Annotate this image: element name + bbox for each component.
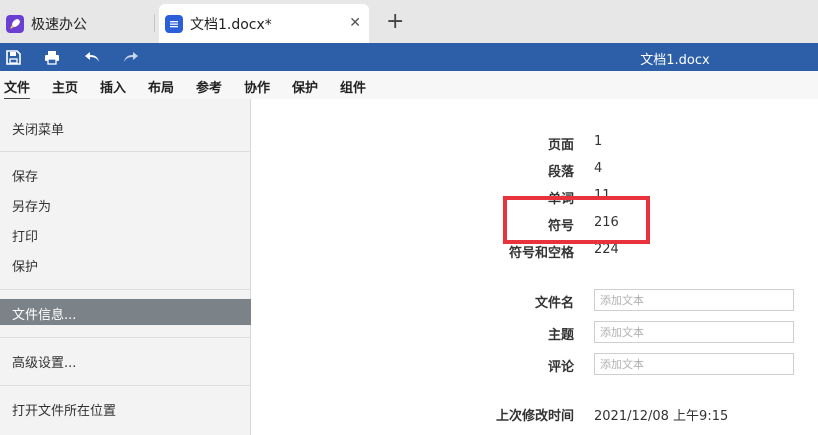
tab-app-label: 极速办公 [31, 16, 87, 33]
new-tab-button[interactable]: + [386, 11, 404, 33]
protect-item[interactable]: 保护 [12, 256, 38, 275]
rocket-icon [6, 14, 24, 33]
stat-value-pages: 1 [594, 134, 603, 149]
tab-document-label: 文档1.docx* [190, 16, 272, 33]
tab-app[interactable]: 极速办公 [0, 4, 152, 43]
stat-label-paragraphs: 段落 [547, 165, 574, 180]
field-label-comment: 评论 [547, 360, 574, 375]
save-as-item[interactable]: 另存为 [12, 196, 51, 215]
divider [0, 289, 251, 290]
last-modified-value: 2021/12/08 上午9:15 [594, 409, 729, 424]
undo-icon[interactable] [83, 48, 101, 66]
advanced-settings-item[interactable]: 高级设置... [12, 352, 76, 371]
document-title: 文档1.docx [640, 53, 710, 68]
menu-plugins[interactable]: 组件 [340, 77, 366, 96]
browser-tab-bar: 极速办公 文档1.docx* ✕ + [0, 0, 818, 43]
highlight-box [503, 196, 650, 244]
save-icon[interactable] [4, 48, 22, 66]
title-toolbar: 文档1.docx [0, 43, 818, 71]
print-icon[interactable] [43, 48, 61, 66]
subject-input[interactable] [594, 321, 794, 343]
redo-icon[interactable] [122, 48, 140, 66]
document-icon [165, 14, 183, 33]
last-modified-label: 上次修改时间 [495, 409, 574, 424]
file-menu-panel: 关闭菜单 保存 另存为 打印 保护 文件信息... 高级设置... 打开文件所在… [0, 99, 251, 435]
file-info-label: 文件信息... [12, 308, 77, 323]
open-file-location-item[interactable]: 打开文件所在位置 [12, 400, 116, 419]
file-info-item[interactable]: 文件信息... [0, 299, 251, 325]
menu-home[interactable]: 主页 [52, 77, 78, 96]
close-icon[interactable]: ✕ [349, 15, 361, 31]
field-label-filename: 文件名 [534, 296, 574, 311]
divider [0, 151, 251, 152]
stat-value-symbols-spaces: 224 [594, 242, 619, 257]
tab-document[interactable]: 文档1.docx* ✕ [159, 4, 369, 43]
stat-label-symbols-spaces: 符号和空格 [508, 246, 574, 261]
menu-references[interactable]: 参考 [196, 77, 222, 96]
menu-file[interactable]: 文件 [4, 77, 31, 100]
close-menu-item[interactable]: 关闭菜单 [12, 119, 64, 138]
menu-insert[interactable]: 插入 [100, 77, 126, 96]
stat-value-paragraphs: 4 [594, 161, 603, 176]
divider [0, 385, 251, 386]
menu-bar: 文件 主页 插入 布局 参考 协作 保护 组件 [0, 71, 818, 100]
save-item[interactable]: 保存 [12, 166, 38, 185]
stat-label-pages: 页面 [547, 138, 574, 153]
divider [0, 337, 251, 338]
tab-separator [154, 14, 155, 32]
comment-input[interactable] [594, 353, 794, 375]
document-info-panel: 页面 1 段落 4 单词 11 符号 216 符号和空格 224 文件名 主题 … [252, 99, 818, 435]
filename-input[interactable] [594, 289, 794, 311]
print-item[interactable]: 打印 [12, 226, 38, 245]
menu-collaborate[interactable]: 协作 [244, 77, 270, 96]
menu-protect[interactable]: 保护 [292, 77, 318, 96]
menu-layout[interactable]: 布局 [148, 77, 174, 96]
field-label-subject: 主题 [547, 328, 574, 343]
